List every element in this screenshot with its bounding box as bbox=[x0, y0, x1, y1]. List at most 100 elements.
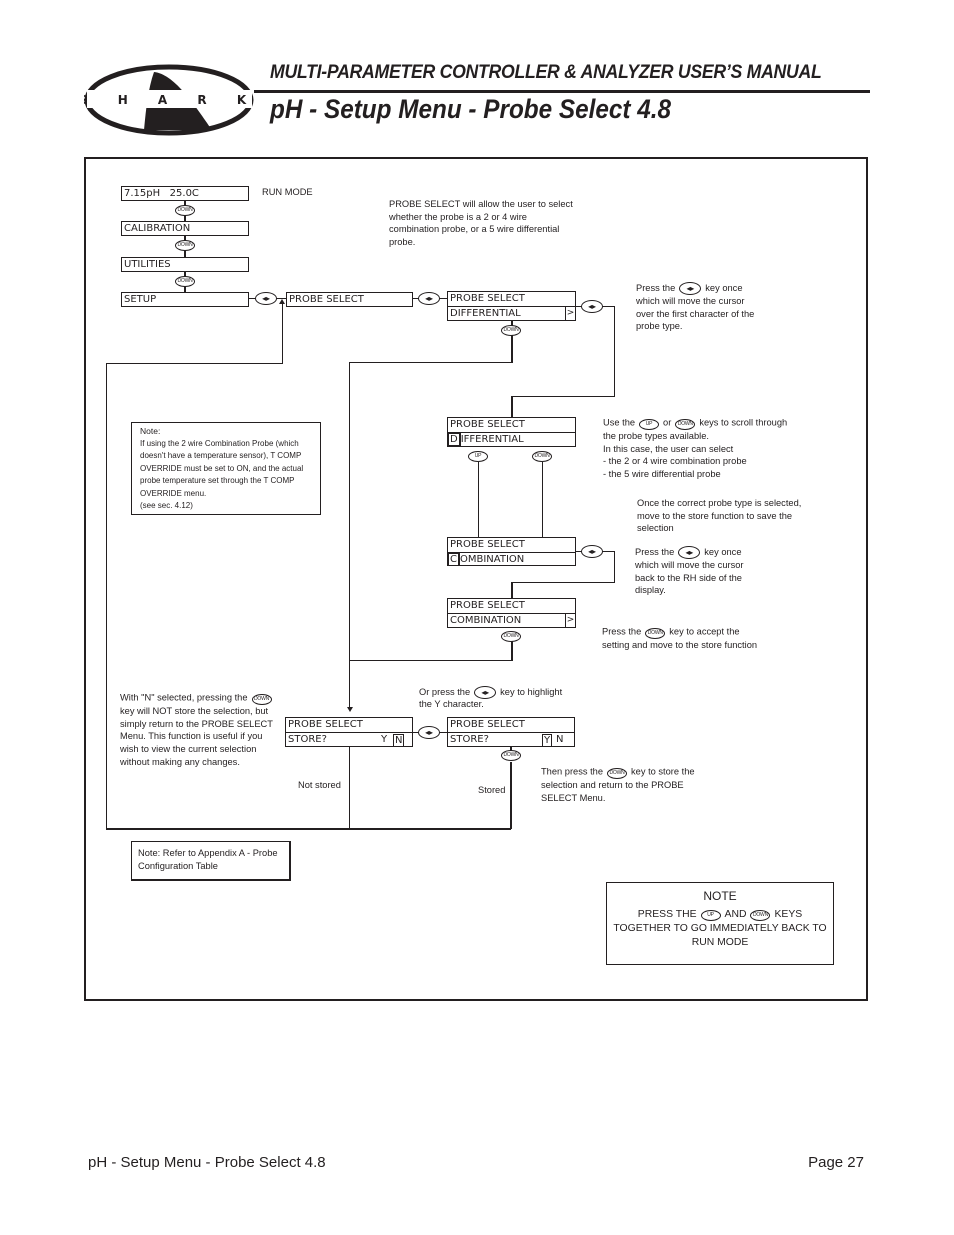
down-key-icon[interactable]: DOWN bbox=[532, 451, 552, 462]
lcd-utilities: UTILITIES bbox=[121, 257, 249, 272]
text-line: move to the store function to save the bbox=[637, 510, 793, 521]
connector bbox=[511, 641, 513, 661]
connector bbox=[106, 363, 107, 829]
down-key-icon: DOWN bbox=[251, 694, 272, 705]
text-span: key to highlight bbox=[500, 686, 563, 697]
yes-option: Y bbox=[381, 734, 388, 745]
text-line: which will move the cursor bbox=[635, 560, 744, 571]
text-line: - the 5 wire differential probe bbox=[603, 469, 721, 480]
text-line: OVERRIDE menu. bbox=[140, 488, 207, 498]
more-indicator: > bbox=[565, 614, 575, 627]
page-title: pH - Setup Menu - Probe Select 4.8 bbox=[270, 94, 672, 124]
down-key-icon[interactable]: DOWN bbox=[175, 276, 195, 287]
lcd-calibration: CALIBRATION bbox=[121, 221, 249, 236]
lcd-run-display: 7.15pH 25.0C bbox=[121, 186, 249, 201]
text-span: keys to scroll through bbox=[699, 417, 788, 428]
lcd-line-2: D IFFERENTIAL bbox=[448, 432, 575, 446]
left-right-key-icon[interactable]: ◂▸ bbox=[255, 292, 277, 305]
lcd-value: OMBINATION bbox=[459, 554, 525, 565]
footer-page-number: Page 27 bbox=[808, 1154, 864, 1171]
text-span: or bbox=[663, 417, 672, 428]
connector bbox=[614, 551, 615, 583]
text-span: Press the bbox=[635, 547, 675, 557]
text-line: doesn't have a temperature sensor), T CO… bbox=[140, 451, 302, 461]
stored-label: Stored bbox=[478, 785, 506, 795]
lcd-line-1: PROBE SELECT bbox=[450, 419, 525, 430]
lcd-value: COMBINATION bbox=[450, 615, 522, 626]
text-line: PRESS THE UP AND DOWN KEYS bbox=[607, 907, 833, 922]
lcd-line-2: STORE? Y N bbox=[448, 732, 574, 747]
lcd-line-1: PROBE SELECT bbox=[450, 600, 525, 611]
text-line: SELECT Menu. bbox=[541, 792, 606, 803]
down-key-icon[interactable]: DOWN bbox=[501, 631, 521, 642]
no-option-selected: N bbox=[393, 734, 405, 747]
lcd-text: 7.15pH 25.0C bbox=[124, 188, 199, 199]
down-key-icon[interactable]: DOWN bbox=[501, 325, 521, 336]
lcd-value: IFFERENTIAL bbox=[460, 434, 524, 445]
connector bbox=[349, 362, 350, 710]
down-key-icon[interactable]: DOWN bbox=[175, 240, 195, 251]
lcd-text: CALIBRATION bbox=[124, 223, 191, 234]
text-line: probe temperature set through the T COMP bbox=[140, 476, 295, 486]
text-span: key once bbox=[704, 547, 742, 557]
lcd-text: SETUP bbox=[124, 294, 157, 305]
note-body: If using the 2 wire Combination Probe (w… bbox=[140, 438, 303, 512]
connector bbox=[349, 362, 513, 363]
connector bbox=[614, 306, 615, 397]
lcd-store-n-selected: PROBE SELECT STORE? Y N bbox=[285, 717, 413, 747]
lcd-store-y-selected: PROBE SELECT STORE? Y N bbox=[447, 717, 575, 747]
text-line: selection bbox=[637, 523, 674, 534]
press-down-accept-text: Press the DOWN key to accept the setting a… bbox=[602, 625, 757, 652]
text-line: probe type. bbox=[636, 321, 683, 332]
use-up-down-text: Use the UP or DOWN keys to scroll through th… bbox=[603, 416, 787, 481]
down-key-icon[interactable]: DOWN bbox=[501, 750, 521, 761]
lcd-screen-differential: PROBE SELECT DIFFERENTIAL > bbox=[447, 291, 576, 321]
text-line: over the first character of the bbox=[636, 308, 755, 319]
text-line: TOGETHER TO GO IMMEDIATELY BACK TO bbox=[613, 922, 827, 934]
text-line: With "N" selected, pressing the DOWN bbox=[120, 691, 276, 705]
with-n-selected-text: With "N" selected, pressing the DOWN key … bbox=[120, 691, 276, 769]
note-title: Note: bbox=[140, 426, 161, 436]
down-key-icon: DOWN bbox=[675, 419, 696, 430]
connector bbox=[106, 363, 283, 364]
press-lr-first-text: Press the ◂▸ key once which will move the … bbox=[636, 282, 754, 333]
cursor-char: C bbox=[448, 553, 460, 566]
then-press-down-text: Then press the DOWN key to store the selec… bbox=[541, 765, 695, 804]
connector bbox=[542, 462, 543, 538]
text-line: selection and return to the PROBE bbox=[541, 780, 684, 790]
connector bbox=[511, 582, 513, 599]
lcd-line-2: STORE? Y N bbox=[286, 732, 412, 747]
text-line: without making any changes. bbox=[120, 756, 240, 767]
left-right-key-icon[interactable]: ◂▸ bbox=[581, 300, 603, 313]
text-span: AND bbox=[724, 908, 747, 920]
not-stored-label: Not stored bbox=[298, 780, 341, 790]
connector bbox=[511, 396, 513, 418]
left-right-key-icon: ◂▸ bbox=[678, 546, 701, 560]
down-key-icon: DOWN bbox=[645, 628, 666, 639]
lcd-text: UTILITIES bbox=[124, 259, 171, 270]
down-key-icon[interactable]: DOWN bbox=[175, 205, 195, 216]
text-line: Use the UP or DOWN keys to scroll through bbox=[603, 416, 787, 430]
text-line: Press the DOWN key to accept the bbox=[602, 625, 757, 639]
arrow-up-icon bbox=[279, 299, 285, 304]
text-span: Use the bbox=[603, 417, 636, 428]
left-right-key-icon[interactable]: ◂▸ bbox=[581, 545, 603, 558]
lcd-text: PROBE SELECT bbox=[289, 294, 364, 305]
text-line: Then press the DOWN key to store the bbox=[541, 765, 695, 779]
lcd-value: DIFFERENTIAL bbox=[450, 308, 521, 319]
note-body: PRESS THE UP AND DOWN KEYS TOGETHER TO GO IM… bbox=[607, 907, 833, 950]
text-line: Once the correct probe type is selected, bbox=[637, 498, 802, 508]
text-line: the Y character. bbox=[419, 699, 484, 709]
text-line: setting and move to the store function bbox=[602, 640, 758, 650]
lcd-value: STORE? bbox=[288, 734, 327, 745]
text-line: simply return to the PROBE SELECT bbox=[120, 718, 273, 729]
lcd-screen-combination: PROBE SELECT COMBINATION > bbox=[447, 598, 576, 628]
up-key-icon[interactable]: UP bbox=[468, 451, 488, 462]
note-body: Note: Refer to Appendix A - Probe Config… bbox=[138, 847, 278, 872]
left-right-key-icon[interactable]: ◂▸ bbox=[418, 726, 440, 739]
cursor-char: D bbox=[448, 433, 461, 446]
left-right-key-icon[interactable]: ◂▸ bbox=[418, 292, 440, 305]
down-key-icon: DOWN bbox=[750, 910, 771, 921]
arrow-down-icon bbox=[347, 707, 353, 712]
text-line: display. bbox=[635, 585, 666, 596]
